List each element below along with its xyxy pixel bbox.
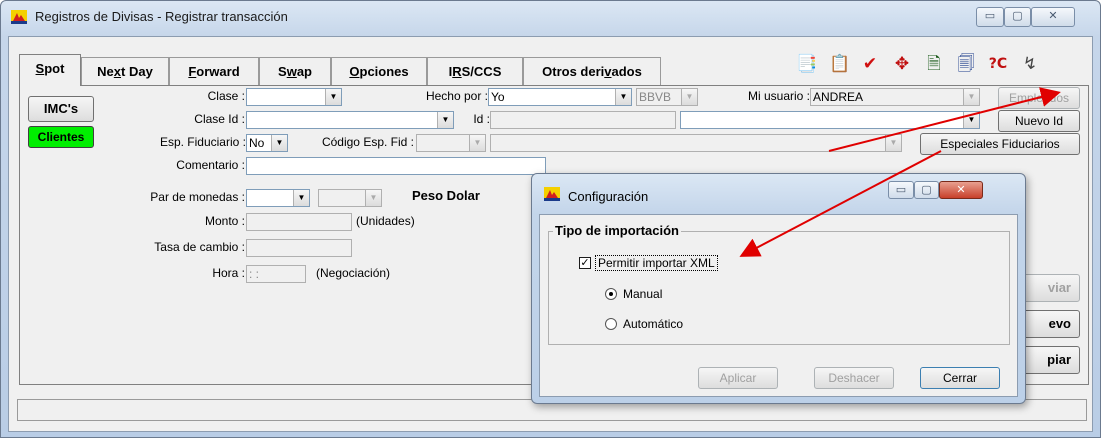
- esp-fid-desc-select[interactable]: ▼: [490, 134, 902, 152]
- empleados-button[interactable]: Empleados: [998, 87, 1080, 109]
- tab-irs-ccs[interactable]: IRS/CCS: [427, 57, 523, 85]
- maximize-icon: ▢: [921, 183, 932, 196]
- title-bar[interactable]: Registros de Divisas - Registrar transac…: [1, 1, 1100, 31]
- codigo-esp-fid-select[interactable]: ▼: [416, 134, 486, 152]
- clase-label: Clase :: [207, 89, 245, 103]
- id-select[interactable]: ▼: [680, 111, 980, 129]
- comentario-field[interactable]: [246, 157, 546, 175]
- tab-spot[interactable]: Spot: [19, 54, 81, 86]
- move-icon[interactable]: ✥: [889, 52, 915, 76]
- dialog-body: Tipo de importación ✓ Permitir importar …: [539, 214, 1018, 397]
- close-icon: ✕: [1048, 9, 1058, 22]
- clase-id-label: Clase Id :: [194, 112, 245, 126]
- tab-opciones[interactable]: Opciones: [331, 57, 427, 85]
- unidades-label: (Unidades): [356, 214, 415, 228]
- minimize-button[interactable]: ▭: [976, 7, 1004, 27]
- dialog-close-button[interactable]: ✕: [939, 181, 983, 199]
- id-field[interactable]: [490, 111, 676, 129]
- aplicar-button[interactable]: Aplicar: [698, 367, 778, 389]
- comentario-label: Comentario :: [176, 158, 245, 172]
- automatico-radio[interactable]: [605, 318, 617, 330]
- close-icon: ✕: [956, 183, 966, 196]
- tab-next-day[interactable]: Next Day: [81, 57, 169, 85]
- mi-usuario-label: Mi usuario :: [747, 89, 810, 103]
- chevron-down-icon: ▼: [365, 190, 381, 206]
- settings-icon[interactable]: ↯: [1017, 52, 1043, 76]
- validate-icon[interactable]: ✔: [857, 52, 883, 76]
- hora-field[interactable]: : :: [246, 265, 306, 283]
- id-label: Id :: [473, 112, 490, 126]
- nuevo-id-button[interactable]: Nuevo Id: [998, 110, 1080, 132]
- tasa-cambio-label: Tasa de cambio :: [154, 240, 245, 254]
- close-button[interactable]: ✕: [1031, 7, 1075, 27]
- app-logo-icon: [544, 187, 560, 201]
- dialog-minimize-button[interactable]: ▭: [888, 181, 914, 199]
- par-monedas-label: Par de monedas :: [150, 190, 245, 204]
- tasa-cambio-field[interactable]: [246, 239, 352, 257]
- monto-field[interactable]: [246, 213, 352, 231]
- maximize-icon: ▢: [1012, 9, 1023, 22]
- export-icon[interactable]: 📑: [794, 52, 820, 76]
- report-icon[interactable]: 🗐: [953, 52, 979, 76]
- especiales-fiduciarios-button[interactable]: Especiales Fiduciarios: [920, 133, 1080, 155]
- permitir-xml-checkbox[interactable]: ✓: [579, 257, 591, 269]
- chevron-down-icon: ▼: [325, 89, 341, 105]
- chevron-down-icon: ▼: [885, 135, 901, 151]
- chevron-down-icon: ▼: [615, 89, 631, 105]
- moneda-1-select[interactable]: ▼: [246, 189, 310, 207]
- chevron-down-icon: ▼: [681, 89, 697, 105]
- main-window: Registros de Divisas - Registrar transac…: [0, 0, 1101, 438]
- group-title: Tipo de importación: [553, 223, 681, 238]
- manual-label: Manual: [623, 287, 663, 301]
- chevron-down-icon: ▼: [437, 112, 453, 128]
- esp-fiduciario-select[interactable]: No ▼: [246, 134, 288, 152]
- tab-forward[interactable]: Forward: [169, 57, 259, 85]
- tab-otros-derivados[interactable]: Otros derivados: [523, 57, 661, 85]
- maximize-button[interactable]: ▢: [1004, 7, 1031, 27]
- minimize-icon: ▭: [984, 9, 996, 22]
- dialog-maximize-button[interactable]: ▢: [914, 181, 939, 199]
- tab-swap[interactable]: Swap: [259, 57, 331, 85]
- chevron-down-icon: ▼: [469, 135, 485, 151]
- codigo-esp-fid-label: Código Esp. Fid :: [321, 135, 414, 149]
- tipo-importacion-group: Tipo de importación ✓ Permitir importar …: [548, 223, 1010, 345]
- manual-radio[interactable]: [605, 288, 617, 300]
- clase-id-select[interactable]: ▼: [246, 111, 454, 129]
- minimize-icon: ▭: [895, 183, 907, 196]
- document-icon[interactable]: 🗎: [921, 52, 947, 76]
- dialog-title: Configuración: [568, 189, 649, 204]
- app-logo-icon: [11, 10, 27, 24]
- deshacer-button[interactable]: Deshacer: [814, 367, 894, 389]
- hora-label: Hora :: [212, 266, 245, 280]
- window-title: Registros de Divisas - Registrar transac…: [35, 9, 288, 24]
- chevron-down-icon: ▼: [963, 89, 979, 105]
- clientes-button[interactable]: Clientes: [28, 126, 94, 148]
- imcs-button[interactable]: IMC's: [28, 96, 94, 122]
- cerrar-button[interactable]: Cerrar: [920, 367, 1000, 389]
- moneda-2-select[interactable]: ▼: [318, 189, 382, 207]
- chevron-down-icon: ▼: [293, 190, 309, 206]
- clase-select[interactable]: ▼: [246, 88, 342, 106]
- automatico-label: Automático: [623, 317, 684, 331]
- hecho-por-select[interactable]: Yo ▼: [488, 88, 632, 106]
- monto-label: Monto :: [204, 214, 245, 228]
- mi-usuario-select[interactable]: ANDREA ▼: [810, 88, 980, 106]
- clipboard-icon[interactable]: 📋: [827, 52, 853, 76]
- bank-select[interactable]: BBVB ▼: [636, 88, 698, 106]
- configuracion-dialog: Configuración ▭ ▢ ✕ Tipo de importación …: [531, 173, 1026, 404]
- chevron-down-icon: ▼: [963, 112, 979, 128]
- hecho-por-label: Hecho por :: [425, 89, 488, 103]
- esp-fiduciario-label: Esp. Fiduciario :: [159, 135, 246, 149]
- help-config-icon[interactable]: ?C: [985, 52, 1011, 76]
- chevron-down-icon: ▼: [271, 135, 287, 151]
- peso-dolar-label: Peso Dolar: [412, 188, 480, 203]
- negociacion-label: (Negociación): [316, 266, 391, 280]
- permitir-xml-label[interactable]: Permitir importar XML: [595, 255, 718, 271]
